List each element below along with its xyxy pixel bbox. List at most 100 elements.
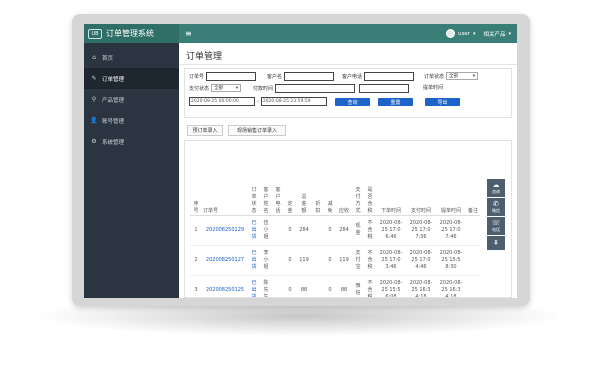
user-icon: 👤	[90, 117, 98, 124]
order-no-input[interactable]	[206, 72, 257, 81]
top-navbar: ≡ user ▾ 相关产品 ▾	[179, 24, 517, 43]
pay-status-select[interactable]: 全部 ▾	[211, 84, 242, 92]
table-cell	[272, 275, 284, 297]
table-cell: 已出货	[248, 245, 260, 276]
products-menu-label: 相关产品	[483, 31, 506, 38]
product-mockup: UB 订单管理系统 ⌂ 首页 ✎ 订单管理 ⚲ 产品管理 👤 账号管理 ⚙ 系统…	[0, 0, 600, 367]
table-cell: 0	[324, 275, 336, 297]
table-cell: 202008250127	[202, 245, 248, 276]
sidebar-item-label: 产品管理	[102, 97, 125, 104]
table-cell: 不含税	[364, 245, 376, 276]
customer-phone-input[interactable]	[364, 72, 415, 81]
col-header: 支付方式	[355, 186, 361, 214]
reset-button[interactable]: 重置	[378, 98, 413, 106]
table-cell: 2020-08-25 17:07:36	[406, 215, 436, 246]
table-row: 3 202008250125 已出货 陈先生 0 88 0 88 微信 不含税 2020-08-25…	[190, 275, 480, 298]
app-title: 订单管理系统	[106, 29, 154, 38]
table-cell: 2020-08-25 16:34:18	[406, 275, 436, 297]
table-cell: 0	[284, 215, 296, 246]
table-cell: 伍小姐	[260, 215, 272, 246]
table-cell: 1	[190, 215, 202, 246]
table-cell: 284	[336, 215, 352, 246]
user-name: user	[457, 30, 470, 37]
col-header: 订单号	[203, 207, 219, 214]
tax-included: 不含税	[367, 279, 373, 298]
export-button[interactable]: 导出	[425, 98, 460, 106]
sidebar-item-label: 订单管理	[102, 76, 125, 83]
products-menu[interactable]: 相关产品 ▾	[483, 30, 511, 38]
row-number: 1	[194, 226, 198, 233]
col-header: 序号	[193, 200, 199, 214]
table-cell: 陈先生	[260, 275, 272, 297]
total-amount: 88	[300, 286, 308, 293]
table-row: 2 202008250127 已出货 李小姐 0 119 0 119 支付宝 不含税 2020-08…	[190, 245, 480, 276]
table-cell	[466, 215, 480, 246]
back-to-top-button[interactable]: ⇞	[487, 236, 505, 250]
chevron-down-icon: ▾	[472, 30, 476, 37]
sidebar-item-accounts[interactable]: 👤 账号管理	[84, 110, 179, 131]
order-status-value: 全部	[449, 74, 459, 79]
amount-due: 88	[340, 286, 348, 293]
phone-icon: ☏	[491, 218, 501, 227]
wechat-button[interactable]: ✆ 微信	[487, 198, 505, 216]
table-cell: 202008250125	[202, 275, 248, 297]
ship-time: 2020-08-25 17:07:46	[439, 219, 463, 240]
pay-time-input[interactable]	[275, 84, 356, 93]
end-time-input[interactable]: 2020-08-25 23:59:59	[260, 97, 327, 106]
order-status[interactable]: 已出货	[252, 250, 257, 271]
orders-table-panel: 序号 订单号 订单状态 客户姓名 客户电话 定金 总金额 折扣 减免 应收 支付…	[184, 140, 512, 298]
search-button[interactable]: 查询	[335, 98, 370, 106]
avatar	[445, 29, 455, 38]
onsite-order-button[interactable]: 现场销售订单录入	[228, 125, 286, 136]
order-number-link[interactable]: 202008250129	[206, 227, 244, 233]
user-menu[interactable]: user ▾	[445, 29, 476, 38]
start-time-input[interactable]: 2020-08-25 00:00:00	[189, 97, 255, 106]
divider	[179, 64, 517, 65]
col-header: 应收	[338, 207, 349, 214]
pay-time-end-input[interactable]	[359, 84, 409, 93]
table-cell: 3	[190, 275, 202, 297]
consult-label: 咨询	[492, 188, 500, 194]
table-cell: 119	[296, 245, 312, 276]
order-status[interactable]: 已出货	[252, 280, 257, 298]
customer-phone-label: 客户电话	[342, 74, 363, 80]
sidebar-item-orders[interactable]: ✎ 订单管理	[84, 68, 179, 89]
order-number-link[interactable]: 202008250127	[206, 257, 244, 263]
customer-name-input[interactable]	[284, 72, 335, 81]
table-cell	[466, 245, 480, 276]
table-cell: 0	[324, 245, 336, 276]
ship-time: 2020-08-25 15:58:30	[439, 249, 463, 270]
deposit: 0	[288, 286, 292, 293]
cloud-chat-icon: ☁	[492, 180, 500, 189]
table-cell: 88	[296, 275, 312, 297]
app-screen: UB 订单管理系统 ⌂ 首页 ✎ 订单管理 ⚲ 产品管理 👤 账号管理 ⚙ 系统…	[84, 24, 517, 298]
sidebar-item-home[interactable]: ⌂ 首页	[84, 47, 179, 68]
col-header: 减免	[327, 200, 333, 214]
presale-order-button[interactable]: 预订单录入	[187, 125, 223, 136]
col-header: 订单状态	[251, 186, 257, 214]
row-number: 2	[194, 256, 198, 263]
pencil-icon: ✎	[91, 75, 97, 82]
sidebar-item-system[interactable]: ⚙ 系统管理	[84, 131, 179, 152]
table-cell: 不含税	[364, 215, 376, 246]
col-header: 备注	[467, 207, 478, 214]
table-cell	[272, 215, 284, 246]
sidebar-item-products[interactable]: ⚲ 产品管理	[84, 89, 179, 110]
home-icon: ⌂	[92, 54, 96, 61]
table-cell: 88	[336, 275, 352, 297]
table-cell: 支付宝	[352, 245, 364, 276]
order-number-link[interactable]: 202008250125	[206, 287, 244, 293]
table-cell: 0	[284, 275, 296, 297]
table-cell	[312, 245, 324, 276]
chevron-down-icon: ▾	[472, 73, 476, 79]
col-header: 折扣	[315, 200, 321, 214]
order-status-select[interactable]: 全部 ▾	[446, 72, 479, 80]
order-no-label: 订单号	[189, 74, 205, 80]
col-header: 支付时间	[410, 207, 431, 214]
col-header: 提单时间	[440, 207, 461, 214]
phone-button[interactable]: ☏ 电话	[487, 217, 505, 235]
consult-button[interactable]: ☁ 咨询	[487, 179, 505, 197]
table-cell: 现金	[352, 215, 364, 246]
hamburger-menu-icon[interactable]: ≡	[185, 29, 192, 38]
order-status[interactable]: 已出货	[252, 220, 257, 241]
